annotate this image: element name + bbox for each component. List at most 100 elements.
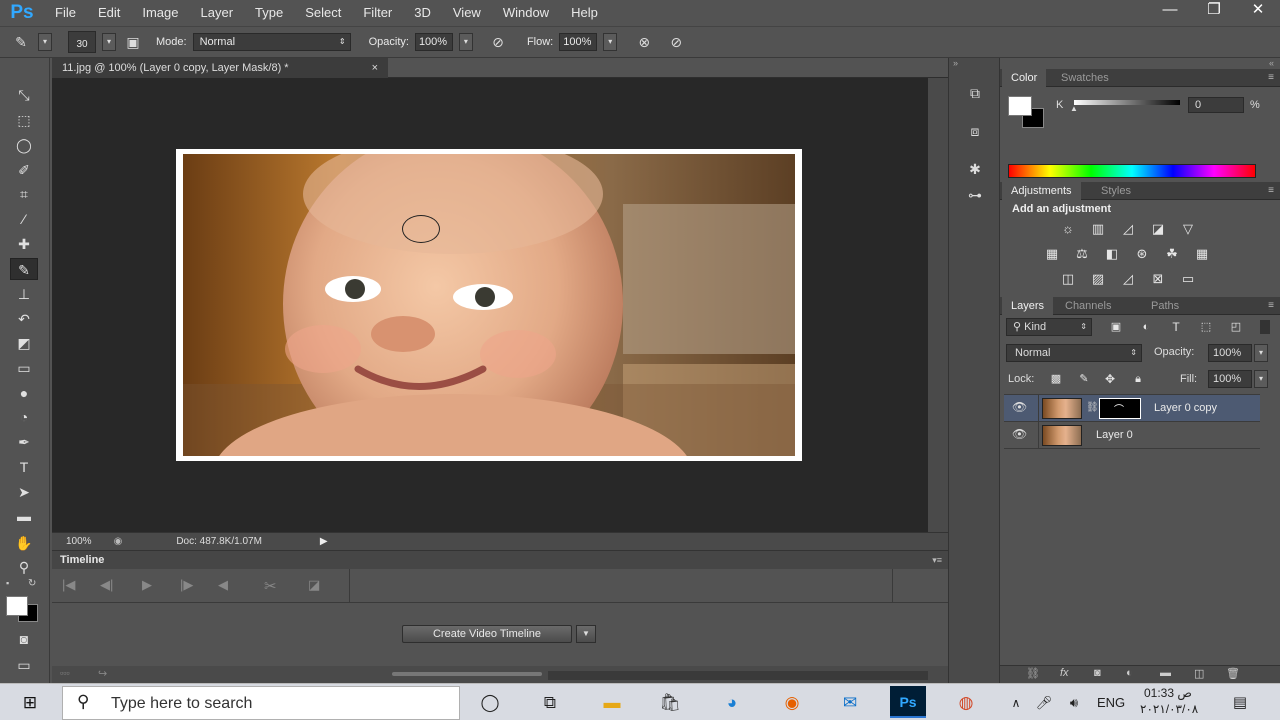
- filter-pixel-icon[interactable]: ▣: [1106, 318, 1126, 336]
- type-tool-icon[interactable]: T: [10, 456, 38, 478]
- filter-type-icon[interactable]: T: [1166, 318, 1186, 336]
- color-foreground-swatch[interactable]: [1008, 96, 1032, 116]
- mode-select[interactable]: Normal ⇕: [192, 33, 351, 51]
- taskbar-search-box[interactable]: ⚲ Type here to search: [62, 686, 460, 720]
- lasso-tool-icon[interactable]: ◯: [10, 134, 38, 156]
- layer-thumbnail[interactable]: [1042, 398, 1082, 419]
- menu-view[interactable]: View: [442, 0, 492, 26]
- lock-all-icon[interactable]: 🔒︎: [1128, 370, 1148, 388]
- layer-name[interactable]: Layer 0: [1096, 429, 1133, 441]
- properties-panel-icon[interactable]: ⧈: [963, 120, 987, 142]
- tab-adjustments[interactable]: Adjustments: [1002, 182, 1081, 200]
- flow-input[interactable]: 100%: [559, 33, 598, 51]
- layer-mask-thumbnail[interactable]: ⌒: [1099, 398, 1141, 419]
- next-frame-icon[interactable]: |▶: [180, 577, 193, 593]
- language-indicator[interactable]: ENG: [1097, 695, 1125, 710]
- clock-time[interactable]: 01:33 ص: [1144, 686, 1192, 700]
- swap-colors-icon[interactable]: ↻: [28, 578, 36, 589]
- menu-3d[interactable]: 3D: [403, 0, 442, 26]
- lock-transparent-icon[interactable]: ▩: [1046, 370, 1066, 388]
- k-value-input[interactable]: 0: [1188, 97, 1244, 113]
- panel-menu-icon[interactable]: ≡: [1268, 297, 1274, 315]
- timeline-scrollbar[interactable]: [548, 671, 928, 680]
- color-lookup-icon[interactable]: ▦: [1192, 245, 1212, 263]
- brush-panel-icon[interactable]: ✱: [963, 158, 987, 180]
- vibrance-icon[interactable]: ▽: [1178, 220, 1198, 238]
- new-layer-icon[interactable]: ◫: [1194, 667, 1204, 680]
- pressure-opacity-icon[interactable]: ⊘: [487, 31, 509, 53]
- frames-view-icon[interactable]: ▫▫▫: [60, 668, 70, 678]
- crop-tool-icon[interactable]: ⌗: [10, 183, 38, 205]
- tab-swatches[interactable]: Swatches: [1052, 69, 1118, 87]
- default-colors-icon[interactable]: ▪: [6, 578, 9, 588]
- tab-channels[interactable]: Channels: [1056, 297, 1120, 315]
- history-brush-tool-icon[interactable]: ↶: [10, 308, 38, 330]
- hand-tool-icon[interactable]: ✋: [10, 532, 38, 554]
- quick-mask-icon[interactable]: ◙: [10, 628, 38, 650]
- hue-saturation-icon[interactable]: ▦: [1042, 245, 1062, 263]
- layer-opacity-input[interactable]: 100%: [1208, 344, 1252, 362]
- file-explorer-icon[interactable]: ▬: [594, 688, 630, 718]
- timeline-zoom-slider[interactable]: [392, 672, 542, 676]
- brush-size-picker[interactable]: 30: [68, 31, 96, 53]
- flow-dropdown[interactable]: ▾: [603, 33, 618, 51]
- layer-filter-select[interactable]: ⚲ Kind ⇕: [1006, 318, 1092, 336]
- audio-icon[interactable]: ◀: [218, 577, 228, 593]
- pressure-size-icon[interactable]: ⊘: [665, 31, 687, 53]
- layer-name[interactable]: Layer 0 copy: [1154, 402, 1217, 414]
- play-icon[interactable]: ▶: [142, 577, 152, 593]
- add-mask-icon[interactable]: ◙: [1094, 667, 1101, 679]
- pen-tool-icon[interactable]: ✒: [10, 431, 38, 453]
- eye-visibility-icon[interactable]: 👁︎: [1012, 427, 1027, 441]
- photoshop-taskbar-icon[interactable]: Ps: [890, 686, 926, 718]
- invert-icon[interactable]: ◫: [1058, 270, 1078, 288]
- edge-icon[interactable]: ◕: [714, 688, 750, 718]
- move-tool-icon[interactable]: ⤡: [10, 84, 38, 106]
- healing-brush-tool-icon[interactable]: ✚: [10, 233, 38, 255]
- powerpoint-icon[interactable]: ◍: [948, 688, 984, 718]
- prev-frame-icon[interactable]: ◀|: [100, 577, 113, 593]
- collapse-icon[interactable]: »: [953, 58, 958, 68]
- lock-position-icon[interactable]: ✥: [1100, 370, 1120, 388]
- menu-window[interactable]: Window: [492, 0, 560, 26]
- clone-stamp-tool-icon[interactable]: ⊥: [10, 283, 38, 305]
- brush-size-dropdown[interactable]: ▾: [102, 33, 116, 51]
- create-video-timeline-button[interactable]: Create Video Timeline: [402, 625, 572, 643]
- brush-preset-icon[interactable]: ✎: [10, 31, 32, 53]
- store-icon[interactable]: 🛍︎: [652, 688, 688, 718]
- cortana-icon[interactable]: ◯: [472, 688, 508, 718]
- timeline-type-dropdown[interactable]: ▼: [576, 625, 596, 643]
- tab-paths[interactable]: Paths: [1142, 297, 1188, 315]
- speaker-icon[interactable]: 🔊︎: [1056, 688, 1092, 718]
- transition-icon[interactable]: ◪: [308, 577, 320, 593]
- minimize-button[interactable]: —: [1148, 0, 1192, 20]
- color-balance-icon[interactable]: ⚖: [1072, 245, 1092, 263]
- status-menu-arrow-icon[interactable]: ▶: [320, 536, 328, 547]
- curves-icon[interactable]: ◿: [1118, 220, 1138, 238]
- eyedropper-tool-icon[interactable]: ⁄: [10, 208, 38, 230]
- render-icon[interactable]: ↪: [98, 667, 107, 680]
- fill-input[interactable]: 100%: [1208, 370, 1252, 388]
- zoom-level[interactable]: 100%: [66, 536, 92, 547]
- tab-styles[interactable]: Styles: [1092, 182, 1140, 200]
- mail-icon[interactable]: ✉: [832, 688, 868, 718]
- filter-shape-icon[interactable]: ⬚: [1196, 318, 1216, 336]
- selective-color-icon[interactable]: ⊠: [1148, 270, 1168, 288]
- baby-photo[interactable]: [183, 154, 795, 456]
- blur-tool-icon[interactable]: ●: [10, 382, 38, 404]
- firefox-icon[interactable]: ◉: [774, 688, 810, 718]
- k-slider[interactable]: [1074, 100, 1180, 105]
- mask-link-icon[interactable]: ⛓︎: [1086, 402, 1099, 413]
- new-group-icon[interactable]: ▬: [1160, 667, 1171, 679]
- opacity-input[interactable]: 100%: [414, 33, 453, 51]
- first-frame-icon[interactable]: |◀: [62, 577, 75, 593]
- restore-button[interactable]: ❐: [1192, 0, 1236, 20]
- layer-thumbnail[interactable]: [1042, 425, 1082, 446]
- threshold-icon[interactable]: ◿: [1118, 270, 1138, 288]
- link-layers-icon[interactable]: ⛓︎: [1026, 667, 1040, 680]
- vertical-scrollbar[interactable]: [928, 78, 948, 532]
- brush-panel-toggle-icon[interactable]: ▣: [122, 31, 144, 53]
- fill-dropdown[interactable]: ▾: [1254, 370, 1268, 388]
- shape-tool-icon[interactable]: ▬: [10, 505, 38, 527]
- panel-menu-icon[interactable]: ▾≡: [932, 551, 942, 569]
